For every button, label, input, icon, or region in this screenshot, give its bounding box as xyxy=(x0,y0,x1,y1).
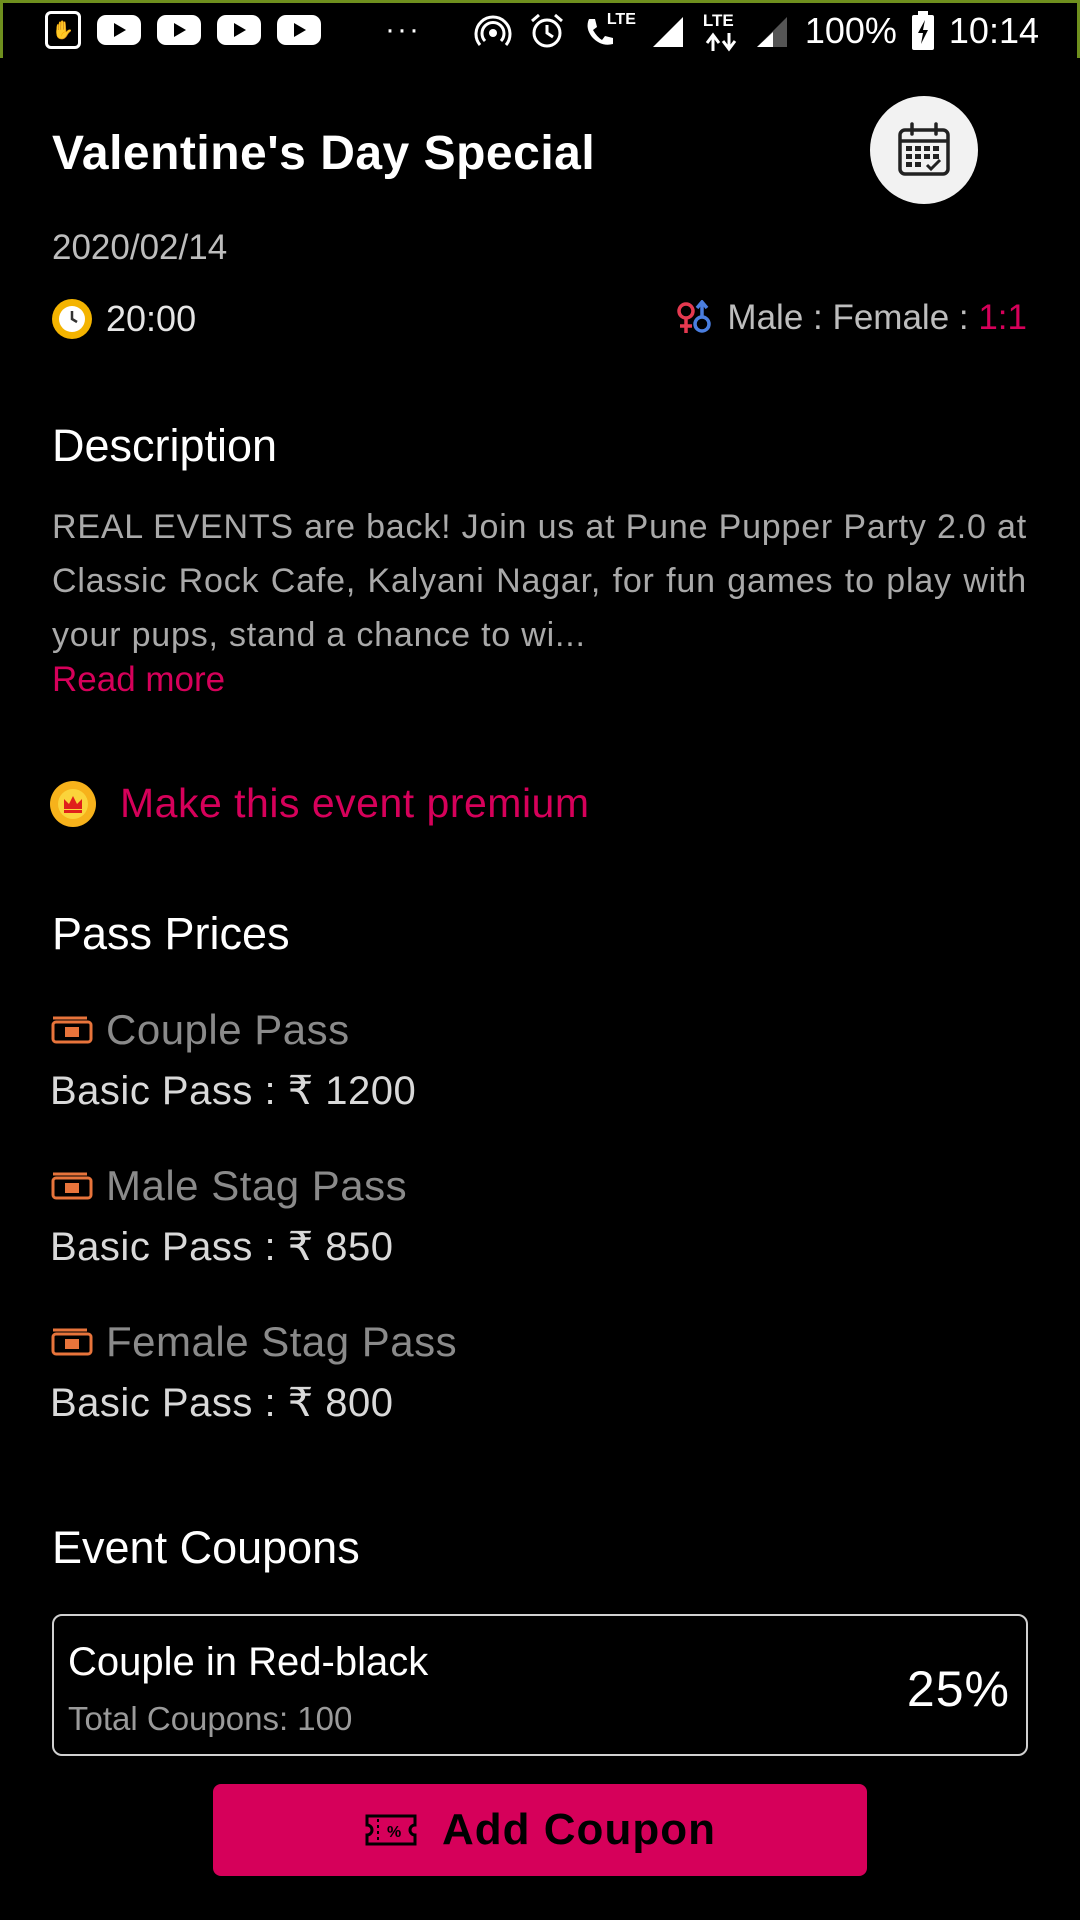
coupon-name: Couple in Red-black xyxy=(68,1640,429,1684)
status-bar-notifications: ✋ ··· xyxy=(45,11,421,49)
clock-icon xyxy=(52,299,92,339)
gender-ratio-value: 1:1 xyxy=(978,298,1027,337)
calendar-icon xyxy=(898,122,950,176)
crown-icon xyxy=(50,780,96,827)
pass-item: Couple Pass Basic Pass : ₹ 1200 xyxy=(50,1006,1030,1114)
ticket-icon xyxy=(51,1016,93,1044)
coupon-icon: % xyxy=(365,1814,417,1846)
clock: 10:14 xyxy=(948,10,1039,51)
event-date: 2020/02/14 xyxy=(52,228,228,267)
youtube-notification-icon xyxy=(277,15,321,45)
signal-icon xyxy=(652,17,683,47)
add-coupon-button[interactable]: % Add Coupon xyxy=(213,1784,867,1876)
gender-icon xyxy=(677,300,712,333)
event-title: Valentine's Day Special xyxy=(52,127,596,180)
hand-notification-icon: ✋ xyxy=(45,11,81,49)
event-time-row: 20:00 xyxy=(52,298,196,340)
pass-price: Basic Pass : ₹ 850 xyxy=(50,1225,394,1269)
battery-percent: 100% xyxy=(804,10,897,51)
coupon-discount: 25% xyxy=(906,1661,1010,1717)
volte-call-icon: LTE xyxy=(581,9,637,53)
alarm-icon xyxy=(530,13,563,48)
pass-price: Basic Pass : ₹ 800 xyxy=(50,1381,394,1425)
pass-prices-heading: Pass Prices xyxy=(52,908,290,959)
youtube-notification-icon xyxy=(217,15,261,45)
description-heading: Description xyxy=(52,420,278,471)
hotspot-icon xyxy=(474,15,512,46)
event-coupons-heading: Event Coupons xyxy=(52,1522,360,1573)
event-time: 20:00 xyxy=(106,298,197,339)
pass-name: Couple Pass xyxy=(106,1006,350,1053)
more-notifications-icon: ··· xyxy=(385,13,421,46)
pass-price: Basic Pass : ₹ 1200 xyxy=(50,1069,417,1113)
battery-charging-icon xyxy=(911,11,934,50)
coupon-total: Total Coupons: 100 xyxy=(68,1700,353,1737)
youtube-notification-icon xyxy=(157,15,201,45)
add-to-calendar-button[interactable] xyxy=(870,96,978,204)
pass-name: Male Stag Pass xyxy=(106,1162,408,1209)
gender-ratio-label: Male : Female : xyxy=(727,298,979,337)
signal-weak-icon xyxy=(756,17,787,47)
status-bar: ✋ ··· LTE LTE 100% 10:14 xyxy=(0,0,1080,58)
make-premium-link[interactable]: Make this event premium xyxy=(50,780,590,827)
pass-item: Male Stag Pass Basic Pass : ₹ 850 xyxy=(50,1162,1030,1270)
read-more-link[interactable]: Read more xyxy=(52,660,225,700)
ticket-icon xyxy=(51,1172,93,1200)
pass-item: Female Stag Pass Basic Pass : ₹ 800 xyxy=(50,1318,1030,1426)
coupon-card[interactable]: Couple in Red-black Total Coupons: 100 2… xyxy=(52,1614,1028,1756)
add-coupon-label: Add Coupon xyxy=(442,1805,716,1854)
youtube-notification-icon xyxy=(97,15,141,45)
svg-text:%: % xyxy=(387,1824,401,1841)
description-text: REAL EVENTS are back! Join us at Pune Pu… xyxy=(52,508,1027,654)
ticket-icon xyxy=(51,1328,93,1356)
pass-name: Female Stag Pass xyxy=(106,1318,458,1365)
lte-data-icon: LTE xyxy=(701,9,741,53)
make-premium-label: Make this event premium xyxy=(120,780,590,826)
status-bar-system: LTE LTE 100% 10:14 xyxy=(473,9,1039,53)
gender-ratio-row: Male : Female : 1:1 xyxy=(673,298,1027,338)
